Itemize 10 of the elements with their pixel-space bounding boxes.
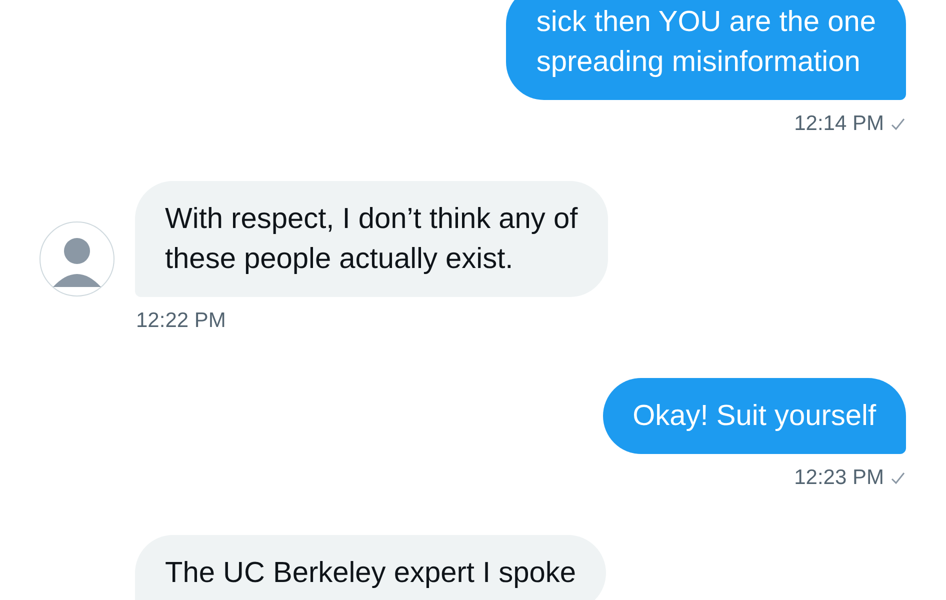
check-icon (890, 116, 906, 132)
message-bubble: Okay! Suit yourself (602, 378, 906, 454)
check-icon (890, 470, 906, 486)
message-time: 12:14 PM (794, 112, 884, 136)
message-bubble: The UC Berkeley expert I spoke (135, 535, 606, 600)
message-bubble: With respect, I don’t think any of these people actually exist. (135, 181, 608, 297)
message-time: 12:22 PM (136, 309, 226, 333)
message-time: 12:23 PM (794, 466, 884, 490)
avatar-icon (39, 221, 115, 297)
message-bubble: sick then YOU are the one spreading misinformation (506, 0, 906, 100)
